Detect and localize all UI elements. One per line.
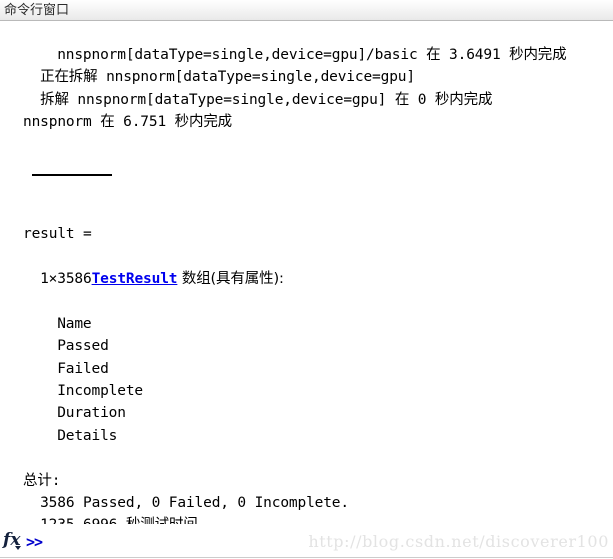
- property-incomplete: Incomplete: [57, 383, 143, 399]
- result-variable-label: result =: [23, 226, 92, 243]
- console-line: 拆解 nnspnorm[dataType=single,device=gpu] …: [40, 91, 493, 108]
- property-passed: Passed: [57, 338, 109, 355]
- array-description-line: 1×3586TestResult 数组(具有属性):: [23, 268, 613, 290]
- property-details: Details: [57, 427, 118, 444]
- chevron-down-icon: [15, 546, 21, 550]
- console-line: 正在拆解 nnspnorm[dataType=single,device=gpu…: [40, 69, 415, 86]
- array-size-text: 1×3586: [40, 270, 92, 287]
- page-title: 命令行窗口: [4, 3, 70, 18]
- array-properties-text: 数组(具有属性):: [177, 270, 284, 287]
- window-title-bar: 命令行窗口: [0, 0, 613, 21]
- property-failed: Failed: [57, 360, 109, 377]
- property-duration: Duration: [57, 405, 126, 422]
- test-result-class-link[interactable]: TestResult: [92, 271, 178, 287]
- command-prompt-bar[interactable]: fx >>: [0, 524, 613, 559]
- console-line: nnspnorm 在 6.751 秒内完成: [23, 114, 233, 131]
- totals-counts: 3586 Passed, 0 Failed, 0 Incomplete.: [40, 495, 349, 512]
- console-text-block: nnspnorm[dataType=single,device=gpu]/bas…: [23, 44, 613, 546]
- horizontal-rule: [32, 174, 112, 177]
- totals-heading: 总计:: [23, 472, 61, 489]
- command-window-output-area[interactable]: nnspnorm[dataType=single,device=gpu]/bas…: [0, 22, 613, 533]
- command-input[interactable]: [52, 532, 252, 552]
- property-name: Name: [57, 315, 92, 332]
- console-line: nnspnorm[dataType=single,device=gpu]/bas…: [57, 47, 567, 63]
- prompt-caret-symbol: >>: [26, 533, 43, 551]
- console-separator-rule: [23, 156, 613, 178]
- fx-function-browser-button[interactable]: fx: [2, 529, 23, 555]
